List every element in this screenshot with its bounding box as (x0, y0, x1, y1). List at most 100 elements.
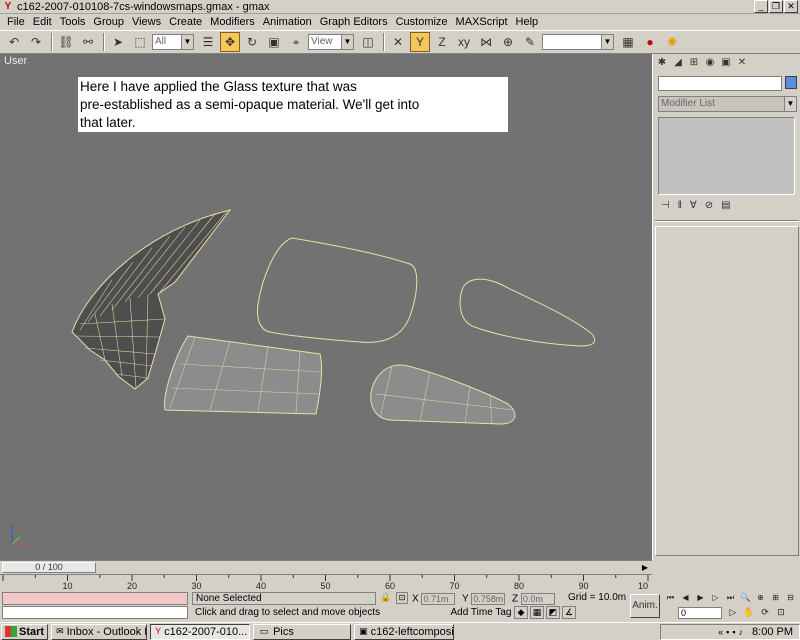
minimize-button[interactable]: _ (754, 0, 768, 13)
time-next-arrow-icon[interactable]: ▶ (640, 562, 650, 573)
tray-app-icon[interactable]: ▪ (726, 627, 729, 637)
select-region-icon[interactable]: ⬚ (130, 32, 150, 52)
start-button[interactable]: Start (1, 623, 49, 640)
user-viewport[interactable]: User Here I have applied the Glass textu… (0, 54, 652, 560)
track-bar[interactable]: 10 20 30 40 50 60 70 80 90 10 (0, 574, 652, 591)
add-time-tag-button[interactable]: Add Time Tag (450, 607, 512, 620)
upper-window-outline[interactable] (257, 237, 418, 343)
tray-volume-icon[interactable]: ♪ (739, 627, 744, 637)
object-name-field[interactable] (658, 76, 782, 91)
tray-network-icon[interactable]: ▪ (732, 627, 735, 637)
menu-graph-editors[interactable]: Graph Editors (316, 16, 392, 28)
modify-tab-icon[interactable]: ◢ (671, 56, 685, 70)
motion-tab-icon[interactable]: ◉ (703, 56, 717, 70)
rear-door-glass[interactable] (370, 364, 516, 425)
select-and-rotate-icon[interactable]: ↻ (242, 32, 262, 52)
angle-snap-icon[interactable]: ∡ (562, 606, 576, 619)
x-coordinate-field[interactable]: 0.71m (421, 593, 456, 605)
time-slider[interactable]: 0 / 100 ▶ (0, 560, 652, 574)
mirror-icon[interactable]: ⋈ (476, 32, 496, 52)
menu-file[interactable]: File (3, 16, 29, 28)
current-frame-field[interactable]: 0 (678, 607, 722, 619)
pivot-center-icon[interactable]: ◫ (358, 32, 378, 52)
named-selection-icon[interactable]: ✎ (520, 32, 540, 52)
menu-edit[interactable]: Edit (29, 16, 56, 28)
pan-icon[interactable]: ✋ (742, 606, 756, 619)
create-tab-icon[interactable]: ✱ (655, 56, 669, 70)
zoom-extents-icon[interactable]: ⊞ (769, 592, 782, 604)
menu-animation[interactable]: Animation (259, 16, 316, 28)
select-by-name-icon[interactable]: ☰ (198, 32, 218, 52)
zoom-extents-all-icon[interactable]: ⊟ (784, 592, 797, 604)
modifier-stack[interactable] (658, 117, 795, 195)
restrict-y-icon[interactable]: Y (410, 32, 430, 52)
snap-toggle-icon[interactable]: ◩ (546, 606, 560, 619)
taskbar-item-pics[interactable]: ▭ Pics (253, 623, 352, 640)
material-editor-icon[interactable]: ▦ (618, 32, 638, 52)
configure-modifier-sets-icon[interactable]: ▤ (721, 200, 730, 211)
object-color-swatch[interactable] (785, 76, 797, 89)
show-end-result-icon[interactable]: ‖ (678, 200, 682, 211)
align-icon[interactable]: ⊕ (498, 32, 518, 52)
maxscript-listener-input[interactable] (2, 606, 188, 619)
go-to-start-icon[interactable]: ⏮ (664, 592, 677, 604)
undo-icon[interactable]: ↶ (4, 32, 24, 52)
maxscript-listener-output[interactable] (2, 592, 188, 605)
restrict-z-icon[interactable]: Z (432, 32, 452, 52)
zoom-all-icon[interactable]: ⊕ (754, 592, 767, 604)
taskbar-item-gmax[interactable]: Y c162-2007-010... (150, 623, 251, 640)
menu-tools[interactable]: Tools (56, 16, 90, 28)
select-and-scale-icon[interactable]: ▣ (264, 32, 284, 52)
z-coordinate-field[interactable]: 0.0m (520, 593, 555, 605)
squash-icon[interactable]: ⌖ (286, 32, 306, 52)
taskbar-item-outlook[interactable]: ✉ Inbox - Outlook E... (51, 623, 148, 640)
pin-stack-icon[interactable]: ⊣ (661, 200, 670, 211)
animate-mode-button[interactable]: Anim. (630, 594, 660, 618)
remove-modifier-icon[interactable]: ⊘ (705, 200, 713, 211)
set-key-icon[interactable]: ◆ (514, 606, 528, 619)
selection-filter-dropdown[interactable]: All ▼ (152, 34, 194, 50)
absolute-mode-icon[interactable]: ⊡ (396, 592, 408, 604)
menu-group[interactable]: Group (89, 16, 128, 28)
tray-expand-icon[interactable]: « (718, 627, 723, 637)
reference-coord-dropdown[interactable]: View ▼ (308, 34, 354, 50)
next-frame-icon[interactable]: ▷ (709, 592, 722, 604)
hierarchy-tab-icon[interactable]: ⊞ (687, 56, 701, 70)
menu-maxscript[interactable]: MAXScript (452, 16, 512, 28)
restrict-x-icon[interactable]: ✕ (388, 32, 408, 52)
maximize-viewport-icon[interactable]: ⊡ (774, 606, 788, 619)
zoom-icon[interactable]: 🔍 (739, 592, 752, 604)
lock-selection-icon[interactable]: 🔒 (380, 592, 392, 604)
filter-keys-icon[interactable]: ▦ (530, 606, 544, 619)
restrict-xy-icon[interactable]: xy (454, 32, 474, 52)
previous-frame-icon[interactable]: ◀ (679, 592, 692, 604)
quarter-window-outline[interactable] (459, 278, 596, 347)
utilities-tab-icon[interactable]: ✕ (735, 56, 749, 70)
menu-views[interactable]: Views (128, 16, 165, 28)
go-to-end-icon[interactable]: ⏭ (724, 592, 737, 604)
play-icon[interactable]: ▶ (694, 592, 707, 604)
menu-create[interactable]: Create (165, 16, 206, 28)
y-coordinate-field[interactable]: 0.758m (471, 593, 506, 605)
menu-modifiers[interactable]: Modifiers (206, 16, 259, 28)
taskbar-item-image[interactable]: ▣ c162-leftcomposit... (354, 623, 455, 640)
select-and-move-icon[interactable]: ✥ (220, 32, 240, 52)
select-object-icon[interactable]: ➤ (108, 32, 128, 52)
named-selection-dropdown[interactable]: ▼ (542, 34, 614, 50)
render-icon[interactable]: ● (640, 32, 660, 52)
close-button[interactable]: ✕ (784, 0, 798, 13)
quick-render-icon[interactable]: ✺ (662, 32, 682, 52)
unlink-icon[interactable]: ⚯ (78, 32, 98, 52)
display-tab-icon[interactable]: ▣ (719, 56, 733, 70)
menu-help[interactable]: Help (512, 16, 543, 28)
front-door-glass[interactable] (164, 335, 323, 415)
make-unique-icon[interactable]: ∀ (690, 200, 697, 211)
menu-customize[interactable]: Customize (392, 16, 452, 28)
link-icon[interactable]: ⛓ (56, 32, 76, 52)
field-of-view-icon[interactable]: ▷ (726, 606, 740, 619)
arc-rotate-icon[interactable]: ⟳ (758, 606, 772, 619)
restore-button[interactable]: ❐ (769, 0, 783, 13)
redo-icon[interactable]: ↷ (26, 32, 46, 52)
time-slider-thumb[interactable]: 0 / 100 (2, 562, 96, 573)
modifier-list-dropdown[interactable]: Modifier List ▼ (658, 96, 797, 112)
